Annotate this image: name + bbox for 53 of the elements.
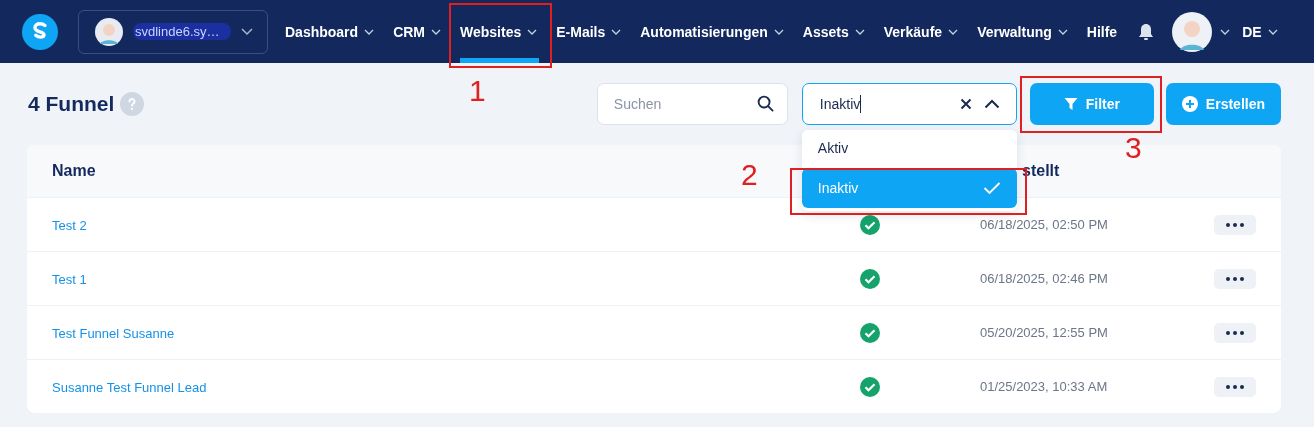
dropdown-option[interactable]: Aktiv xyxy=(801,130,1017,165)
avatar-icon xyxy=(95,17,123,46)
column-header: Name xyxy=(52,162,96,180)
created-date: 06/18/2025, 02:50 PM xyxy=(979,217,1109,232)
nav-menu-item[interactable]: Automatisierungen xyxy=(640,0,794,63)
chevron-down-icon xyxy=(527,28,538,35)
more-button[interactable] xyxy=(1214,322,1256,343)
language-selector[interactable]: DE xyxy=(1242,0,1288,63)
nav-menu-item[interactable]: Verwaltung xyxy=(977,0,1078,63)
chevron-down-icon xyxy=(364,28,375,35)
nav-menu-item[interactable]: Hilfe xyxy=(1086,0,1128,63)
chevron-down-icon xyxy=(431,28,441,35)
account-selector[interactable]: svdlinde6.sy… xyxy=(78,9,268,54)
chevron-down-icon[interactable] xyxy=(1220,28,1231,35)
annotation-number: 1 xyxy=(469,76,486,106)
nav-menu-item[interactable]: CRM xyxy=(393,0,451,63)
nav-menu-item[interactable]: E-Mails xyxy=(556,0,632,63)
created-date: 06/18/2025, 02:46 PM xyxy=(979,271,1109,286)
clear-icon[interactable] xyxy=(959,98,972,110)
chevron-down-icon xyxy=(854,28,865,35)
nav-menu-item[interactable]: Verkäufe xyxy=(883,0,969,63)
search-field[interactable]: Suchen xyxy=(596,83,788,125)
search-icon xyxy=(756,95,774,112)
filter-icon xyxy=(1063,97,1078,111)
created-date: 05/20/2025, 12:55 PM xyxy=(979,325,1109,340)
annotation-number: 3 xyxy=(1125,133,1142,163)
chevron-down-icon xyxy=(948,28,959,35)
chevron-down-icon xyxy=(1267,28,1278,35)
more-icon xyxy=(1226,222,1244,227)
chevron-down-icon xyxy=(773,28,784,35)
created-date: 01/25/2023, 10:33 AM xyxy=(979,379,1109,394)
more-button[interactable] xyxy=(1214,268,1256,289)
more-icon xyxy=(1226,276,1244,281)
nav-menu-item[interactable]: Assets xyxy=(802,0,875,63)
page-title: 4 Funnel xyxy=(28,92,115,116)
chevron-down-icon xyxy=(611,28,622,35)
nav-menu-item[interactable]: Websites xyxy=(460,0,548,63)
logo-icon[interactable] xyxy=(22,13,58,50)
plus-circle-icon xyxy=(1181,96,1198,112)
more-icon xyxy=(1226,330,1244,335)
nav-menu-item[interactable]: Dashboard xyxy=(285,0,385,63)
status-select[interactable]: Inaktiv xyxy=(801,83,1017,125)
bell-icon[interactable] xyxy=(1138,22,1155,41)
chevron-down-icon xyxy=(241,27,253,36)
check-icon xyxy=(982,181,1001,195)
more-button[interactable] xyxy=(1214,376,1256,397)
chevron-up-icon[interactable] xyxy=(983,99,1000,109)
select-value: Inaktiv xyxy=(819,96,861,112)
more-button[interactable] xyxy=(1214,214,1256,235)
annotation-number: 2 xyxy=(741,160,758,190)
chevron-down-icon xyxy=(1057,28,1068,35)
user-avatar-icon[interactable] xyxy=(1172,11,1213,52)
more-icon xyxy=(1226,384,1244,389)
